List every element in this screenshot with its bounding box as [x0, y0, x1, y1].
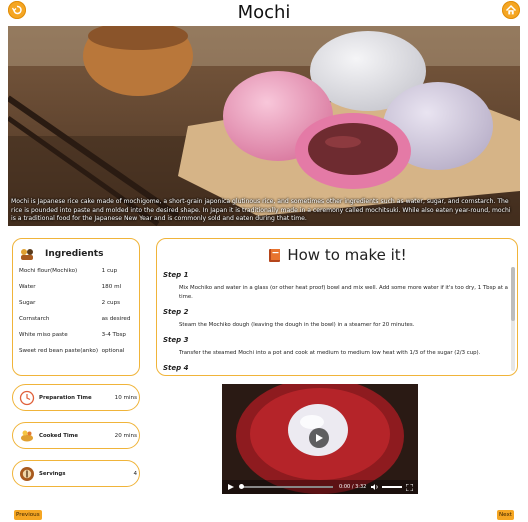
- preparation-time-card: Preparation Time 10 mins: [12, 384, 140, 411]
- how-to-title: How to make it!: [287, 246, 407, 264]
- ingredient-row: Mochi flour(Mochiko) 1 cup: [13, 263, 139, 279]
- home-icon: [505, 4, 517, 15]
- ingredient-name: Cornstarch: [19, 316, 50, 322]
- cooked-time-label: Cooked Time: [39, 432, 78, 439]
- hero-description: Mochi is Japanese rice cake made of moch…: [11, 198, 511, 222]
- ingredient-qty: 3-4 Tbsp: [101, 332, 126, 338]
- step-text: Steam the Mochiko dough (leaving the dou…: [179, 322, 415, 328]
- page-title: Mochi: [237, 2, 291, 23]
- video-player[interactable]: 0:00 / 3:32: [222, 384, 418, 494]
- mochi-photo: [8, 26, 520, 226]
- step-text: Transfer the steamed Mochi into a pot an…: [179, 350, 481, 356]
- ingredient-row: Sugar 2 cups: [13, 295, 139, 311]
- next-button[interactable]: Next: [496, 510, 514, 520]
- video-controls: 0:00 / 3:32: [222, 480, 418, 494]
- step-heading: Step 3: [163, 336, 189, 344]
- steps-list: Step 1 Mix Mochiko and water in a glass …: [157, 271, 517, 372]
- volume-slider[interactable]: [382, 486, 403, 488]
- ingredients-icon: [21, 249, 33, 260]
- servings-value: 4: [133, 470, 137, 477]
- video-time: 0:00 / 3:32: [339, 484, 367, 490]
- step-heading: Step 4: [163, 364, 189, 372]
- hero-image: Mochi is Japanese rice cake made of moch…: [8, 26, 520, 226]
- cooked-time-value: 20 mins: [114, 432, 137, 439]
- play-small-icon[interactable]: [227, 483, 235, 491]
- scrollbar-thumb[interactable]: [511, 267, 515, 321]
- volume-icon[interactable]: [371, 483, 379, 491]
- home-button[interactable]: [502, 1, 520, 19]
- ingredient-row: Water 180 ml: [13, 279, 139, 295]
- book-icon: [269, 249, 281, 262]
- servings-card: Servings 4: [12, 460, 140, 487]
- previous-button[interactable]: Previous: [14, 510, 42, 520]
- preparation-time-value: 10 mins: [114, 394, 137, 401]
- video-progress-handle[interactable]: [239, 484, 244, 489]
- ingredient-qty: 180 ml: [101, 284, 122, 290]
- step-heading: Step 2: [163, 308, 189, 316]
- ingredient-row: Sweet red bean paste(anko) optional: [13, 343, 139, 359]
- ingredient-qty: optional: [101, 348, 125, 354]
- ingredient-row: White miso paste 3-4 Tbsp: [13, 327, 139, 343]
- ingredient-name: Sugar: [19, 300, 36, 306]
- ingredient-qty: 1 cup: [101, 268, 118, 274]
- play-button[interactable]: [309, 428, 329, 448]
- fullscreen-icon[interactable]: [406, 483, 414, 491]
- ingredient-name: Sweet red bean paste(anko): [19, 348, 98, 354]
- preparation-time-label: Preparation Time: [39, 394, 92, 401]
- video-progress[interactable]: [239, 484, 333, 489]
- ingredient-qty: as desired: [101, 316, 131, 322]
- serving-icon: [20, 466, 34, 481]
- ingredient-row: Cornstarch as desired: [13, 311, 139, 327]
- ingredients-card: Ingredients Mochi flour(Mochiko) 1 cup Wa…: [12, 238, 140, 376]
- play-icon: [316, 434, 323, 442]
- servings-label: Servings: [39, 470, 66, 477]
- ingredient-name: White miso paste: [19, 332, 68, 338]
- how-to-card[interactable]: How to make it! Step 1 Mix Mochiko and w…: [156, 238, 518, 376]
- clock-icon: [19, 390, 35, 405]
- ingredient-name: Water: [19, 284, 36, 290]
- cooked-time-card: Cooked Time 20 mins: [12, 422, 140, 449]
- ingredients-title: Ingredients: [45, 249, 104, 259]
- step-text: Mix Mochiko and water in a glass (or oth…: [179, 285, 508, 300]
- ingredient-qty: 2 cups: [101, 300, 121, 306]
- cook-icon: [21, 430, 33, 441]
- step-heading: Step 1: [163, 271, 189, 279]
- ingredient-name: Mochi flour(Mochiko): [19, 268, 78, 274]
- steps-scrollbar[interactable]: [511, 267, 515, 371]
